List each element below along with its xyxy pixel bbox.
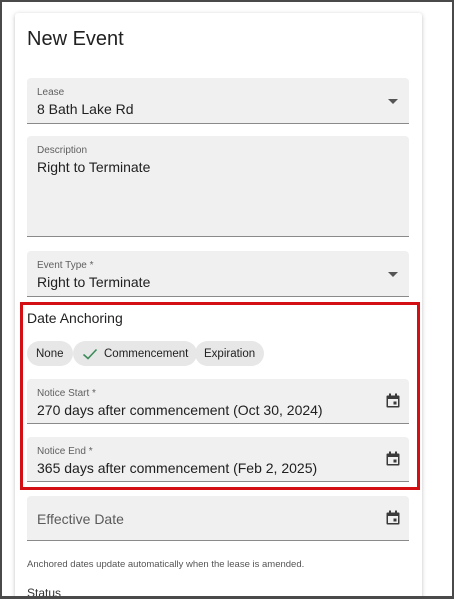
chip-none-label: None (36, 347, 64, 360)
calendar-icon[interactable] (385, 393, 401, 409)
chip-none[interactable]: None (27, 341, 73, 366)
chevron-down-icon (388, 272, 398, 277)
effective-date-field[interactable]: Effective Date (27, 496, 409, 541)
chip-commencement[interactable]: Commencement (73, 341, 198, 366)
notice-end-value: 365 days after commencement (Feb 2, 2025… (37, 460, 318, 476)
event-type-value: Right to Terminate (37, 274, 151, 290)
effective-date-placeholder: Effective Date (37, 511, 124, 527)
check-icon (82, 348, 98, 360)
lease-value: 8 Bath Lake Rd (37, 101, 134, 117)
status-label: Status (27, 586, 62, 599)
lease-label: Lease (37, 87, 65, 98)
calendar-icon[interactable] (385, 451, 401, 467)
notice-end-label: Notice End * (37, 446, 93, 457)
chevron-down-icon (388, 99, 398, 104)
page-title: New Event (27, 28, 124, 50)
description-label: Description (37, 145, 88, 156)
description-textarea[interactable]: Description Right to Terminate (27, 136, 409, 237)
chip-commencement-label: Commencement (104, 347, 189, 360)
date-anchoring-title: Date Anchoring (27, 310, 123, 326)
lease-select[interactable]: Lease 8 Bath Lake Rd (27, 78, 409, 124)
notice-start-label: Notice Start * (37, 388, 96, 399)
notice-start-field[interactable]: Notice Start * 270 days after commenceme… (27, 379, 409, 424)
event-type-label: Event Type * (37, 260, 94, 271)
chip-expiration-label: Expiration (204, 347, 256, 360)
chip-expiration[interactable]: Expiration (195, 341, 265, 366)
calendar-icon[interactable] (385, 510, 401, 526)
event-type-select[interactable]: Event Type * Right to Terminate (27, 251, 409, 297)
notice-end-field[interactable]: Notice End * 365 days after commencement… (27, 437, 409, 482)
anchoring-hint-text: Anchored dates update automatically when… (27, 559, 305, 570)
notice-start-value: 270 days after commencement (Oct 30, 202… (37, 402, 323, 418)
description-value: Right to Terminate (37, 159, 151, 175)
